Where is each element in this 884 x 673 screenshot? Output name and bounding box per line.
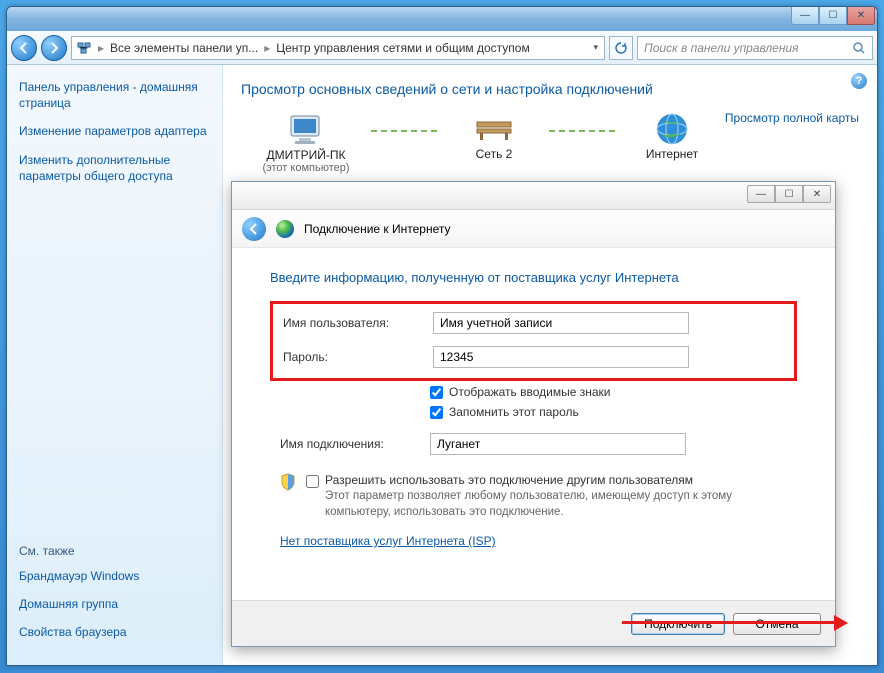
net-link-1 bbox=[371, 130, 439, 132]
network-node[interactable]: Сеть 2 bbox=[439, 111, 549, 175]
close-button[interactable]: ✕ bbox=[847, 7, 875, 25]
connection-name-input[interactable] bbox=[430, 433, 686, 455]
minimize-button[interactable]: — bbox=[791, 7, 819, 25]
dialog-title: Подключение к Интернету bbox=[304, 222, 451, 236]
dialog-footer: Подключить Отмена bbox=[232, 600, 835, 646]
show-chars-label: Отображать вводимые знаки bbox=[449, 385, 610, 399]
dialog-header: Подключение к Интернету bbox=[232, 210, 835, 248]
pc-sub: (этот компьютер) bbox=[262, 162, 349, 174]
refresh-button[interactable] bbox=[609, 36, 633, 60]
dialog-heading: Введите информацию, полученную от постав… bbox=[270, 270, 797, 285]
password-input[interactable] bbox=[433, 346, 689, 368]
sidebar-homegroup-link[interactable]: Домашняя группа bbox=[19, 596, 210, 612]
network-name: Сеть 2 bbox=[476, 147, 513, 161]
allow-others-hint: Этот параметр позволяет любому пользоват… bbox=[325, 489, 797, 520]
search-box[interactable]: Поиск в панели управления bbox=[637, 36, 873, 60]
sidebar-adapter-link[interactable]: Изменение параметров адаптера bbox=[19, 123, 210, 139]
computer-icon bbox=[285, 112, 327, 148]
highlight-box: Имя пользователя: Пароль: bbox=[270, 301, 797, 381]
internet-node[interactable]: Интернет bbox=[617, 111, 727, 175]
username-input[interactable] bbox=[433, 312, 689, 334]
minimize-icon: — bbox=[800, 10, 810, 21]
close-icon: ✕ bbox=[857, 10, 865, 21]
dialog-body: Введите информацию, полученную от постав… bbox=[232, 248, 835, 548]
full-map-link[interactable]: Просмотр полной карты bbox=[725, 111, 859, 125]
show-chars-checkbox[interactable] bbox=[430, 386, 443, 399]
dialog-minimize-button[interactable]: — bbox=[747, 185, 775, 203]
connection-name-label: Имя подключения: bbox=[280, 437, 430, 451]
internet-label: Интернет bbox=[646, 147, 698, 161]
allow-others-label: Разрешить использовать это подключение д… bbox=[325, 473, 797, 487]
sidebar-home-link[interactable]: Панель управления - домашняя страница bbox=[19, 79, 210, 111]
globe-small-icon bbox=[276, 220, 294, 238]
dialog-titlebar: — ☐ ✕ bbox=[232, 182, 835, 210]
breadcrumb-1[interactable]: Все элементы панели уп... bbox=[110, 41, 258, 55]
search-icon bbox=[852, 41, 866, 55]
window-titlebar: — ☐ ✕ bbox=[7, 7, 877, 31]
sidebar-browser-link[interactable]: Свойства браузера bbox=[19, 624, 210, 640]
back-button[interactable] bbox=[11, 35, 37, 61]
address-dropdown-icon[interactable]: ▾ bbox=[591, 42, 600, 53]
remember-pass-checkbox[interactable] bbox=[430, 406, 443, 419]
this-pc-node[interactable]: ДМИТРИЙ-ПК (этот компьютер) bbox=[241, 112, 371, 174]
network-center-icon bbox=[76, 40, 92, 56]
forward-button[interactable] bbox=[41, 35, 67, 61]
net-link-2 bbox=[549, 130, 617, 132]
nav-bar: ▸ Все элементы панели уп... ▸ Центр упра… bbox=[7, 31, 877, 65]
sidebar-firewall-link[interactable]: Брандмауэр Windows bbox=[19, 568, 210, 584]
page-title: Просмотр основных сведений о сети и наст… bbox=[241, 81, 859, 97]
globe-icon bbox=[654, 111, 690, 147]
pc-name: ДМИТРИЙ-ПК bbox=[267, 148, 346, 162]
remember-pass-label: Запомнить этот пароль bbox=[449, 405, 579, 419]
dialog-maximize-button[interactable]: ☐ bbox=[775, 185, 803, 203]
maximize-icon: ☐ bbox=[829, 10, 838, 21]
search-placeholder: Поиск в панели управления bbox=[644, 41, 799, 55]
connect-internet-dialog: — ☐ ✕ Подключение к Интернету Введите ин… bbox=[231, 181, 836, 647]
bench-icon bbox=[473, 114, 515, 144]
allow-others-checkbox[interactable] bbox=[306, 475, 319, 488]
help-icon[interactable]: ? bbox=[851, 73, 867, 89]
dialog-close-button[interactable]: ✕ bbox=[803, 185, 831, 203]
no-isp-link[interactable]: Нет поставщика услуг Интернета (ISP) bbox=[280, 534, 797, 548]
username-label: Имя пользователя: bbox=[283, 316, 433, 330]
breadcrumb-2[interactable]: Центр управления сетями и общим доступом bbox=[276, 41, 530, 55]
dialog-back-button[interactable] bbox=[242, 217, 266, 241]
maximize-button[interactable]: ☐ bbox=[819, 7, 847, 25]
sidebar: Панель управления - домашняя страница Из… bbox=[7, 65, 223, 665]
red-arrow-annotation bbox=[622, 616, 862, 630]
password-label: Пароль: bbox=[283, 350, 433, 364]
shield-icon bbox=[280, 473, 296, 491]
address-bar[interactable]: ▸ Все элементы панели уп... ▸ Центр упра… bbox=[71, 36, 605, 60]
sidebar-sharing-link[interactable]: Изменить дополнительные параметры общего… bbox=[19, 152, 210, 184]
network-map-row: ДМИТРИЙ-ПК (этот компьютер) Сеть 2 bbox=[241, 111, 859, 175]
see-also-heading: См. также bbox=[19, 544, 210, 558]
